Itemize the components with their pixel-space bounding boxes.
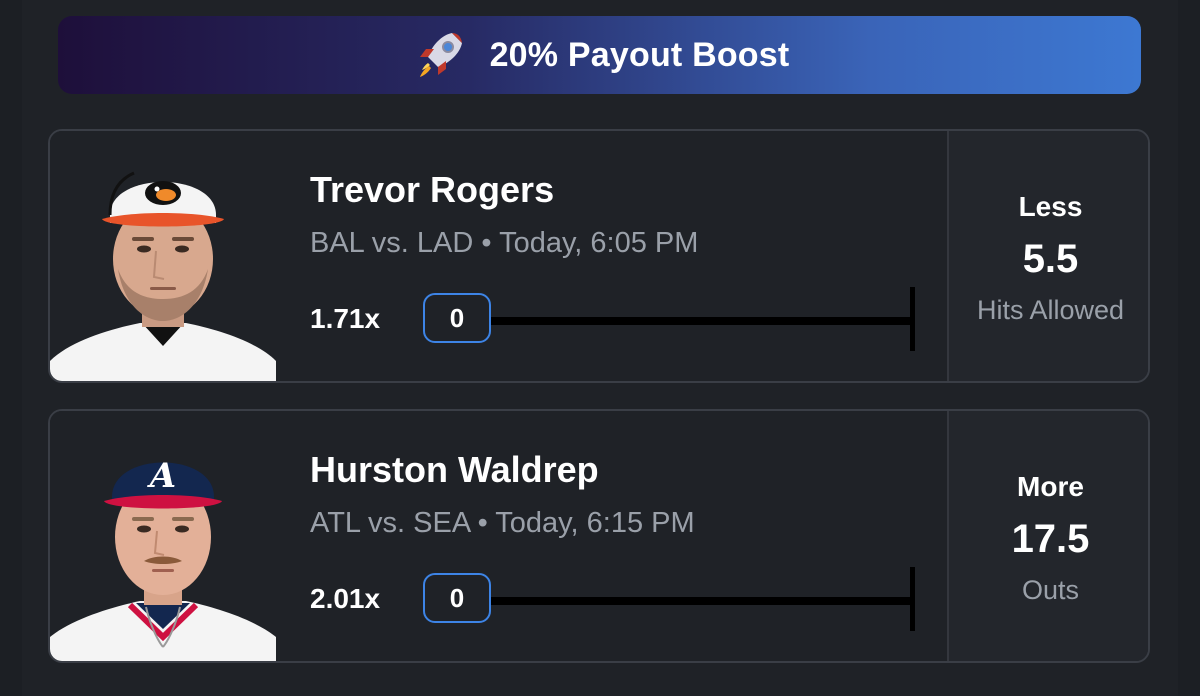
matchup-info: ATL vs. SEA • Today, 6:15 PM — [310, 507, 695, 539]
rocket-icon — [410, 27, 470, 83]
progress-target-marker — [910, 287, 915, 351]
pick-selection-panel[interactable]: More 17.5 Outs — [947, 411, 1148, 661]
payout-boost-banner[interactable]: 20% Payout Boost — [58, 16, 1141, 94]
pick-selection-panel[interactable]: Less 5.5 Hits Allowed — [947, 131, 1148, 381]
payout-boost-label: 20% Payout Boost — [489, 35, 790, 74]
pick-direction: Less — [1018, 191, 1083, 222]
payout-multiplier: 2.01x — [310, 583, 381, 614]
payout-multiplier: 1.71x — [310, 303, 381, 334]
player-headshot — [50, 131, 276, 381]
progress-track — [488, 317, 913, 325]
progress-value-badge: 0 — [423, 293, 491, 343]
matchup-info: BAL vs. LAD • Today, 6:05 PM — [310, 227, 699, 259]
progress-track — [488, 597, 913, 605]
progress-target-marker — [910, 567, 915, 631]
left-gutter — [0, 0, 22, 696]
pick-direction: More — [1017, 471, 1084, 502]
pick-line-value: 17.5 — [1011, 517, 1090, 561]
right-gutter — [1178, 0, 1200, 696]
player-name: Trevor Rogers — [310, 169, 555, 210]
pick-line-value: 5.5 — [1022, 237, 1079, 281]
progress-value-badge: 0 — [423, 573, 491, 623]
pick-stat-type: Outs — [1021, 575, 1080, 605]
pick-card[interactable]: Trevor Rogers BAL vs. LAD • Today, 6:05 … — [48, 129, 1150, 383]
player-headshot: A — [50, 411, 276, 661]
pick-stat-type: Hits Allowed — [976, 295, 1125, 325]
player-name: Hurston Waldrep — [310, 449, 599, 490]
pick-card[interactable]: A Hurston Waldrep ATL vs. SEA • Today, 6… — [48, 409, 1150, 663]
svg-text:A: A — [147, 456, 176, 496]
